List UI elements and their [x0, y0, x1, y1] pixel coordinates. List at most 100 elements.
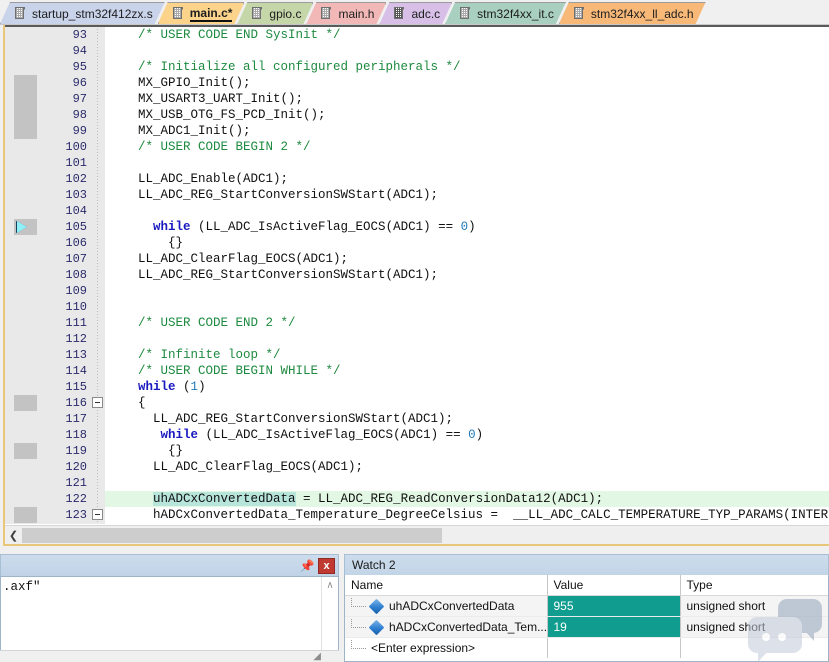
code-line[interactable]: /* Infinite loop */ — [105, 347, 829, 363]
editor-tab-adc-c[interactable]: adc.c — [379, 2, 452, 24]
code-line[interactable]: uhADCxConvertedData = LL_ADC_REG_ReadCon… — [105, 491, 829, 507]
code-line[interactable]: LL_ADC_REG_StartConversionSWStart(ADC1); — [105, 411, 829, 427]
watch-variable-name: uhADCxConvertedData — [389, 599, 515, 613]
hscroll-thumb[interactable] — [22, 527, 442, 543]
code-line[interactable]: /* USER CODE BEGIN WHILE */ — [105, 363, 829, 379]
resize-grip-icon[interactable]: ◢ — [313, 651, 321, 662]
code-line[interactable]: MX_USB_OTG_FS_PCD_Init(); — [105, 107, 829, 123]
code-line[interactable]: /* USER CODE BEGIN 2 */ — [105, 139, 829, 155]
code-fold-toggle[interactable] — [92, 397, 103, 408]
scroll-left-arrow-icon[interactable]: ❮ — [5, 526, 22, 544]
watch-enter-expression[interactable]: <Enter expression> — [345, 637, 548, 658]
line-number: 95 — [72, 60, 87, 74]
hscroll-track[interactable] — [22, 526, 829, 544]
command-panel-titlebar: 📌 x — [0, 554, 339, 576]
code-line[interactable]: MX_ADC1_Init(); — [105, 123, 829, 139]
code-line[interactable]: hADCxConvertedData_Temperature_DegreeCel… — [105, 507, 829, 523]
editor-tab-stm32f4xx-it-c[interactable]: stm32f4xx_it.c — [445, 2, 566, 24]
line-number: 107 — [65, 252, 87, 266]
pin-icon[interactable]: 📌 — [298, 557, 316, 575]
file-icon — [15, 7, 26, 20]
code-line[interactable]: LL_ADC_REG_StartConversionSWStart(ADC1); — [105, 267, 829, 283]
column-header-type[interactable]: Type — [680, 575, 828, 596]
tab-label: gpio.c — [269, 6, 302, 21]
watch-row[interactable]: uhADCxConvertedData 955 unsigned short — [345, 595, 828, 617]
watch-new-value-cell[interactable] — [547, 637, 681, 658]
editor-tab-main-c-[interactable]: main.c* — [158, 2, 245, 24]
watch-row-name[interactable]: hADCxConvertedData_Tem... — [345, 616, 548, 638]
editor-tab-startup-stm32f412zx-s[interactable]: startup_stm32f412zx.s — [0, 2, 165, 24]
line-number: 117 — [65, 412, 87, 426]
line-number: 123 — [65, 508, 87, 522]
code-line[interactable]: /* Initialize all configured peripherals… — [105, 59, 829, 75]
watch-row-type: unsigned short — [680, 616, 828, 638]
tab-label: main.c* — [189, 5, 233, 20]
watch-variable-name: hADCxConvertedData_Tem... — [389, 620, 547, 634]
line-number: 104 — [65, 204, 87, 218]
tab-label: adc.c — [411, 6, 441, 21]
watch-row[interactable]: hADCxConvertedData_Tem... 19 unsigned shor… — [345, 616, 828, 638]
watch-row-value[interactable]: 955 — [547, 595, 681, 617]
code-line[interactable]: LL_ADC_ClearFlag_EOCS(ADC1); — [105, 251, 829, 267]
code-line[interactable]: while (LL_ADC_IsActiveFlag_EOCS(ADC1) ==… — [105, 219, 829, 235]
close-icon[interactable]: x — [318, 557, 335, 574]
code-line[interactable] — [105, 203, 829, 219]
variable-diamond-icon — [368, 598, 385, 614]
code-line[interactable]: /* USER CODE END 2 */ — [105, 315, 829, 331]
watch-new-expression-row[interactable]: <Enter expression> — [345, 637, 828, 658]
file-icon — [321, 7, 332, 20]
code-line[interactable]: LL_ADC_REG_StartConversionSWStart(ADC1); — [105, 187, 829, 203]
watch-row-value[interactable]: 19 — [547, 616, 681, 638]
code-line[interactable]: LL_ADC_Enable(ADC1); — [105, 171, 829, 187]
code-line[interactable]: while (LL_ADC_IsActiveFlag_EOCS(ADC1) ==… — [105, 427, 829, 443]
line-number: 93 — [72, 28, 87, 42]
command-panel-footer: ◢ — [0, 650, 339, 662]
column-header-name[interactable]: Name — [345, 575, 548, 596]
line-number: 109 — [65, 284, 87, 298]
code-line[interactable]: {} — [105, 443, 829, 459]
line-number: 114 — [65, 364, 87, 378]
code-line[interactable] — [105, 331, 829, 347]
code-line[interactable]: MX_USART3_UART_Init(); — [105, 91, 829, 107]
code-line[interactable]: LL_ADC_ClearFlag_EOCS(ADC1); — [105, 459, 829, 475]
column-header-value[interactable]: Value — [547, 575, 681, 596]
line-number: 110 — [65, 300, 87, 314]
code-line[interactable] — [105, 43, 829, 59]
editor-tab-main-h[interactable]: main.h — [306, 2, 386, 24]
code-line[interactable]: MX_GPIO_Init(); — [105, 75, 829, 91]
line-number: 113 — [65, 348, 87, 362]
watch-panel-body[interactable]: Name Value Type uhADCxConvertedData 955 un… — [344, 575, 829, 662]
line-number: 111 — [65, 316, 87, 330]
line-number: 108 — [65, 268, 87, 282]
code-line[interactable] — [105, 475, 829, 491]
code-line[interactable] — [105, 299, 829, 315]
editor-tab-bar: startup_stm32f412zx.s main.c* gpio.c main.h… — [0, 0, 829, 24]
command-panel-vertical-scrollbar[interactable]: ∧ ∨ — [321, 577, 338, 661]
line-number: 118 — [65, 428, 87, 442]
console-output-text: .axf" — [3, 580, 41, 594]
code-line[interactable]: while (1) — [105, 379, 829, 395]
editor-gutter[interactable]: 93 94 95 96 97 98 99 100 101 102 103 104 105 106 107 10… — [5, 27, 105, 524]
file-icon — [574, 7, 585, 20]
line-number: 100 — [65, 140, 87, 154]
scroll-up-arrow-icon[interactable]: ∧ — [322, 577, 338, 593]
code-text-area[interactable]: /* USER CODE END SysInit */ /* Initializ… — [105, 27, 829, 524]
code-line[interactable] — [105, 155, 829, 171]
code-fold-toggle[interactable] — [92, 509, 103, 520]
editor-horizontal-scrollbar[interactable]: ❮ — [5, 525, 829, 544]
code-line[interactable]: {} — [105, 235, 829, 251]
code-line[interactable]: /* USER CODE END SysInit */ — [105, 27, 829, 43]
code-line[interactable] — [105, 283, 829, 299]
editor-tab-gpio-c[interactable]: gpio.c — [237, 2, 313, 24]
watch-enter-expression-label: <Enter expression> — [371, 641, 476, 655]
ide-window: startup_stm32f412zx.s main.c* gpio.c main.h… — [0, 0, 829, 662]
watch-row-name[interactable]: uhADCxConvertedData — [345, 595, 548, 617]
line-number: 121 — [65, 476, 87, 490]
line-number: 98 — [72, 108, 87, 122]
editor-tab-stm32f4xx-ll-adc-h[interactable]: stm32f4xx_ll_adc.h — [559, 2, 706, 24]
code-line[interactable]: { — [105, 395, 829, 411]
code-fold-column[interactable] — [90, 27, 105, 524]
tree-connector-icon — [345, 619, 371, 635]
tree-connector-icon — [345, 598, 371, 614]
line-number: 94 — [72, 44, 87, 58]
